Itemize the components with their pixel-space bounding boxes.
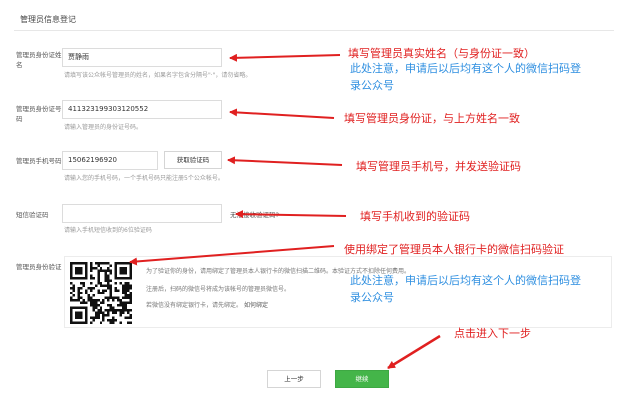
how-to-bind-link[interactable]: 如何绑定 <box>244 302 268 309</box>
annotation-name: 填写管理员真实姓名（与身份证一致） <box>348 47 535 60</box>
wechat-verify-line3: 若微信没有绑定银行卡，请先绑定。 如何绑定 <box>146 300 268 309</box>
id-number-hint: 请输入管理员的身份证号码。 <box>64 124 143 131</box>
name-input[interactable]: 贾静雨 <box>62 48 222 67</box>
annotation-scan: 使用绑定了管理员本人银行卡的微信扫码验证 <box>344 243 564 256</box>
qr-code <box>70 262 132 324</box>
annotation-id: 填写管理员身份证，与上方姓名一致 <box>344 112 520 125</box>
arrow-next <box>387 334 441 370</box>
annotation-scan-note-1: 此处注意，申请后以后均有这个人的微信扫码登 <box>350 274 581 287</box>
phone-input[interactable]: 15062196920 <box>62 151 158 170</box>
annotation-phone: 填写管理员手机号，并发送验证码 <box>356 160 521 173</box>
no-code-link[interactable]: 无法接收验证码? <box>230 209 279 219</box>
annotation-code: 填写手机收到的验证码 <box>360 210 470 223</box>
id-number-input[interactable]: 411323199303120552 <box>62 100 222 119</box>
send-code-button[interactable]: 获取验证码 <box>164 151 222 169</box>
annotation-next: 点击进入下一步 <box>454 327 531 340</box>
sms-code-label: 短信验证码 <box>16 211 49 219</box>
phone-label: 管理员手机号码 <box>16 157 62 165</box>
annotation-name-note-1: 此处注意，申请后以后均有这个人的微信扫码登 <box>350 62 581 75</box>
sms-code-hint: 请输入手机短信收到的6位验证码 <box>64 227 152 234</box>
prev-button[interactable]: 上一步 <box>267 370 321 388</box>
wechat-verify-line3-text: 若微信没有绑定银行卡，请先绑定。 <box>146 302 243 309</box>
arrow-id <box>229 108 335 119</box>
id-number-label: 管理员身份证号码 <box>16 105 62 123</box>
arrow-name <box>229 53 341 62</box>
wechat-verify-line2: 注册后，扫码的微信号将成为该帐号的管理员微信号。 <box>146 286 291 293</box>
name-hint: 请填写该公众帐号管理员的姓名，如果名字包含分隔号"·"，请勿省略。 <box>64 72 252 79</box>
phone-hint: 请输入您的手机号码，一个手机号码只能注册5个公众帐号。 <box>64 175 224 182</box>
name-label: 管理员身份证姓名 <box>16 51 62 69</box>
next-button[interactable]: 继续 <box>335 370 389 388</box>
divider <box>14 30 614 31</box>
sms-code-input[interactable] <box>62 204 222 223</box>
section-title: 管理员信息登记 <box>20 15 76 24</box>
annotation-scan-note-2: 录公众号 <box>350 291 394 304</box>
wechat-verify-label: 管理员身份验证 <box>16 263 62 271</box>
annotation-name-note-2: 录公众号 <box>350 79 394 92</box>
arrow-phone <box>227 156 343 166</box>
